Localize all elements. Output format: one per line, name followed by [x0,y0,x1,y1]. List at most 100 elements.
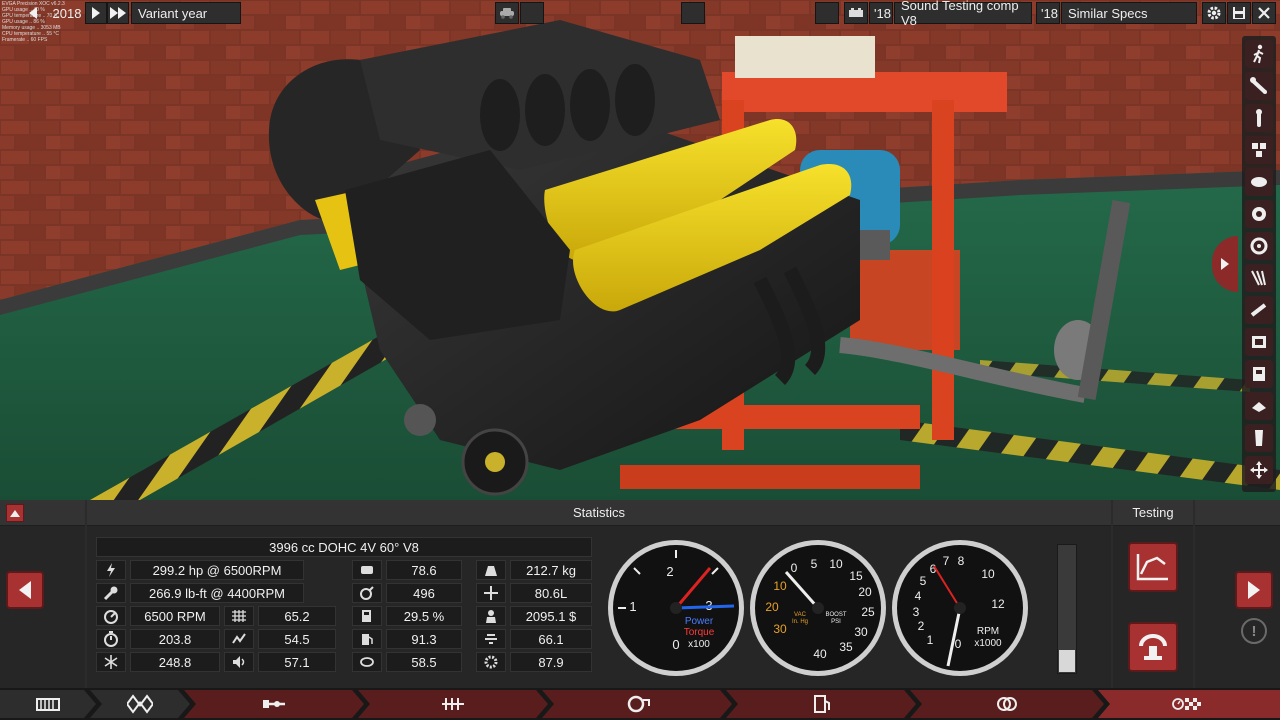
right-nav-area: ! [1195,526,1280,688]
boost-tick-30: 30 [854,625,868,639]
walking-person-icon [1253,44,1264,64]
variant-name-label[interactable]: Similar Specs [1061,2,1197,24]
vac-label: VAC [794,612,807,618]
stat-efficiency: 54.5 [258,629,336,649]
fast-forward-icon [110,7,118,19]
tool-fuel[interactable] [1245,360,1273,388]
rpm-gauge: 0 1 2 3 4 5 6 7 8 10 12 RPM x1000 [892,540,1028,676]
muffler-icon [1255,430,1263,446]
stat-reliability: 66.1 [510,629,592,649]
rpm-tick-2: 2 [918,619,925,633]
reliability-icon [476,629,506,649]
close-button[interactable] [1252,2,1276,24]
throttle-slider[interactable] [1057,544,1077,674]
conrod-icon [1256,109,1262,127]
tool-oil[interactable] [1245,392,1273,420]
blank-tool-button-1[interactable] [520,2,544,24]
previous-page-button[interactable] [6,571,44,609]
boost-tick-25: 25 [861,605,875,619]
car-icon-button[interactable] [495,2,519,24]
boost-tick-10: 10 [829,557,843,571]
test-bench-icon [1139,634,1167,660]
collapse-panel-button[interactable] [6,504,24,522]
blank-tool-button-3[interactable] [815,2,839,24]
fuel-economy-icon [352,606,382,626]
fuel-pump-icon [352,629,382,649]
tool-intake[interactable] [1245,200,1273,228]
engine-block-icon [35,694,61,714]
tool-crankshaft[interactable] [1245,72,1273,100]
boost-vacuum-gauge: 10 20 30 0 5 10 15 20 25 30 35 40 VAC In… [750,540,886,676]
boost-tick-5: 5 [811,557,818,571]
family-name-label[interactable]: Sound Testing comp V8 [894,0,1032,28]
fuel-system-icon [1253,367,1265,381]
rpm-tick-5: 5 [920,574,927,588]
nav-tab-fuel-system[interactable] [726,690,916,718]
tool-person[interactable] [1245,40,1273,68]
timer-icon [96,629,126,649]
tool-exhaust[interactable] [1245,296,1273,324]
engine-list-button[interactable] [844,2,868,24]
arrow-right-icon [1221,258,1229,270]
power-gauge-label: Power [685,616,714,627]
bottom-panel: Statistics Testing 3996 cc DOHC 4V 60° V… [0,500,1280,720]
rpm-gauge-icon [96,606,126,626]
stat-cost: 2095.1 $ [510,606,592,626]
turbo-icon [624,694,650,714]
power-icon [96,560,126,580]
tool-headers[interactable] [1245,264,1273,292]
arrow-left-icon [19,581,31,599]
nav-tab-bottom-end[interactable] [90,690,190,718]
variant-year-label: Variant year [131,2,241,24]
boost-tick-20: 20 [858,585,872,599]
blank-tool-button-2[interactable] [681,2,705,24]
nav-tab-testing[interactable] [1098,690,1280,718]
bottom-navigation [0,688,1280,720]
cooling-icon [96,652,126,672]
top-bar: EVGA Precision XOC v6.2.3 GPU usage .. 4… [0,0,1280,43]
nav-tab-aspiration[interactable] [358,690,548,718]
tool-move[interactable] [1245,456,1273,484]
fast-forward-icon-2 [118,7,126,19]
boost-tick-15: 15 [849,569,863,583]
year-fast-forward-button[interactable] [107,2,129,24]
settings-button[interactable] [1202,2,1226,24]
tool-pistons[interactable] [1245,136,1273,164]
tool-conrod[interactable] [1245,104,1273,132]
ecu-icon [1252,336,1266,348]
statistics-area: 3996 cc DOHC 4V 60° V8 299.2 hp @ 6500RP… [87,526,1111,688]
turbo-icon [1250,237,1268,255]
year-up-button[interactable] [85,2,107,24]
torque-gauge-label: Torque [684,627,715,638]
nav-tab-top-end[interactable] [184,690,364,718]
headers-icon [1251,270,1266,286]
oil-icon [1252,402,1266,412]
power-gauge-tick-1: 1 [629,599,636,614]
car-icon [500,8,514,19]
size-icon [476,583,506,603]
dyno-graph-button[interactable] [1128,542,1178,592]
save-button[interactable] [1227,2,1251,24]
stat-quality: 65.2 [258,606,336,626]
rpm-tick-7: 7 [943,554,950,568]
stat-emissions: 58.5 [386,652,462,672]
nav-tab-engine-family[interactable] [0,690,96,718]
speaker-icon [224,652,254,672]
warning-icon: ! [1241,618,1267,644]
engine-sound-test-button[interactable] [1128,622,1178,672]
exhaust-icon [994,694,1020,714]
tool-turbo[interactable] [1245,232,1273,260]
tool-cylinder-head[interactable] [1245,168,1273,196]
throttle-handle[interactable] [1059,650,1075,672]
tool-muffler[interactable] [1245,424,1273,452]
power-gauge-tick-2: 2 [666,564,673,579]
next-page-button[interactable] [1235,571,1273,609]
tool-ecu[interactable] [1245,328,1273,356]
rpm-tick-12: 12 [991,597,1005,611]
nav-tab-turbo[interactable] [542,690,732,718]
weight-icon [476,560,506,580]
engine-viewport[interactable]: EVGA Precision XOC v6.2.3 GPU usage .. 4… [0,0,1280,500]
stat-power: 299.2 hp @ 6500RPM [130,560,304,580]
nav-tab-exhaust[interactable] [910,690,1104,718]
prev-year-button[interactable] [20,2,46,24]
